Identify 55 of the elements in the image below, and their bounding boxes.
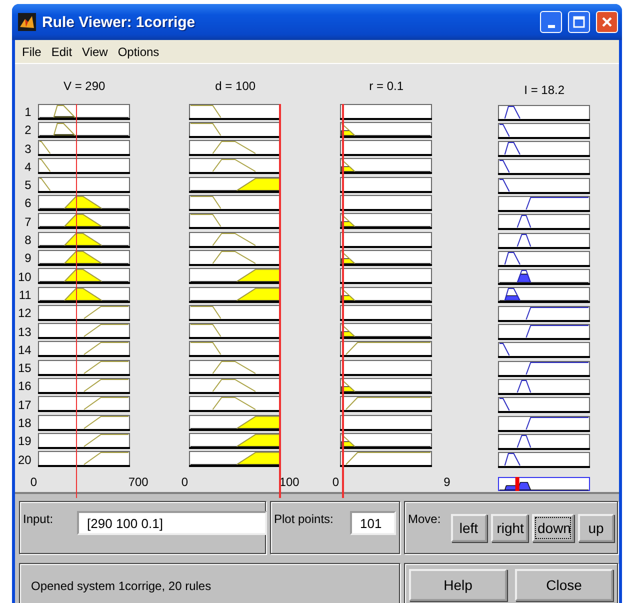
axis-label: 0	[181, 474, 188, 491]
maximize-icon	[573, 16, 585, 28]
rule-number: 6	[24, 196, 32, 210]
rule-number: 12	[18, 306, 32, 320]
minimize-icon	[548, 24, 554, 28]
rule-number: 1	[24, 105, 32, 119]
axis-label: 0	[30, 474, 38, 491]
move-button[interactable]: down	[532, 514, 574, 542]
variable-label: I = 18.2	[524, 83, 565, 97]
rule-number: 10	[18, 270, 32, 284]
input-label: Input:	[23, 511, 54, 526]
axis-label: 0	[332, 474, 340, 491]
rule-number: 2	[24, 123, 32, 138]
maximize-button[interactable]	[568, 11, 590, 33]
rule-number: 15	[18, 361, 32, 376]
move-label: Move:	[408, 511, 441, 526]
minimize-button[interactable]	[540, 11, 562, 33]
variable-label: r = 0.1	[369, 79, 404, 93]
plot-points-label: Plot points:	[274, 511, 334, 526]
close-icon	[601, 16, 613, 28]
rule-number: 19	[18, 434, 32, 448]
status-message: Opened system 1corrige, 20 rules	[30, 578, 212, 595]
menu-item[interactable]: Edit	[46, 44, 78, 58]
move-button[interactable]: left	[450, 514, 487, 542]
dialog-button[interactable]: Help	[409, 569, 507, 601]
menu-item[interactable]: File	[17, 44, 46, 58]
window-title: Rule Viewer: 1corrige	[42, 14, 196, 30]
close-button[interactable]	[596, 11, 618, 33]
rule-number: 14	[18, 342, 32, 357]
rule-number: 17	[18, 398, 32, 412]
app-icon	[18, 13, 36, 31]
move-button[interactable]: right	[490, 514, 528, 542]
rule-number: 16	[18, 379, 32, 394]
value-line[interactable]	[76, 104, 78, 498]
rule-number: 4	[24, 160, 32, 174]
plot-points-field[interactable]: 101	[350, 511, 396, 535]
axis-label: 100	[279, 474, 300, 491]
variable-label: d = 100	[215, 79, 256, 93]
axis-label: 9	[444, 474, 450, 491]
rule-number: 3	[24, 142, 32, 156]
input-field[interactable]: [290 100 0.1]	[77, 511, 268, 535]
rule-number: 9	[24, 251, 32, 266]
axis-label: 700	[128, 474, 148, 491]
rule-number: 11	[18, 288, 32, 302]
rule-number: 13	[18, 324, 32, 339]
rule-number: 7	[24, 214, 32, 229]
menu-item[interactable]: View	[77, 44, 113, 58]
rule-number: 8	[24, 233, 32, 248]
menu-item[interactable]: Options	[112, 44, 164, 58]
rule-number: 5	[24, 178, 32, 192]
variable-label: V = 290	[64, 79, 106, 93]
rule-number: 18	[18, 416, 32, 430]
move-button[interactable]: up	[578, 514, 614, 542]
dialog-button[interactable]: Close	[515, 569, 613, 601]
rule-number: 20	[18, 452, 32, 467]
